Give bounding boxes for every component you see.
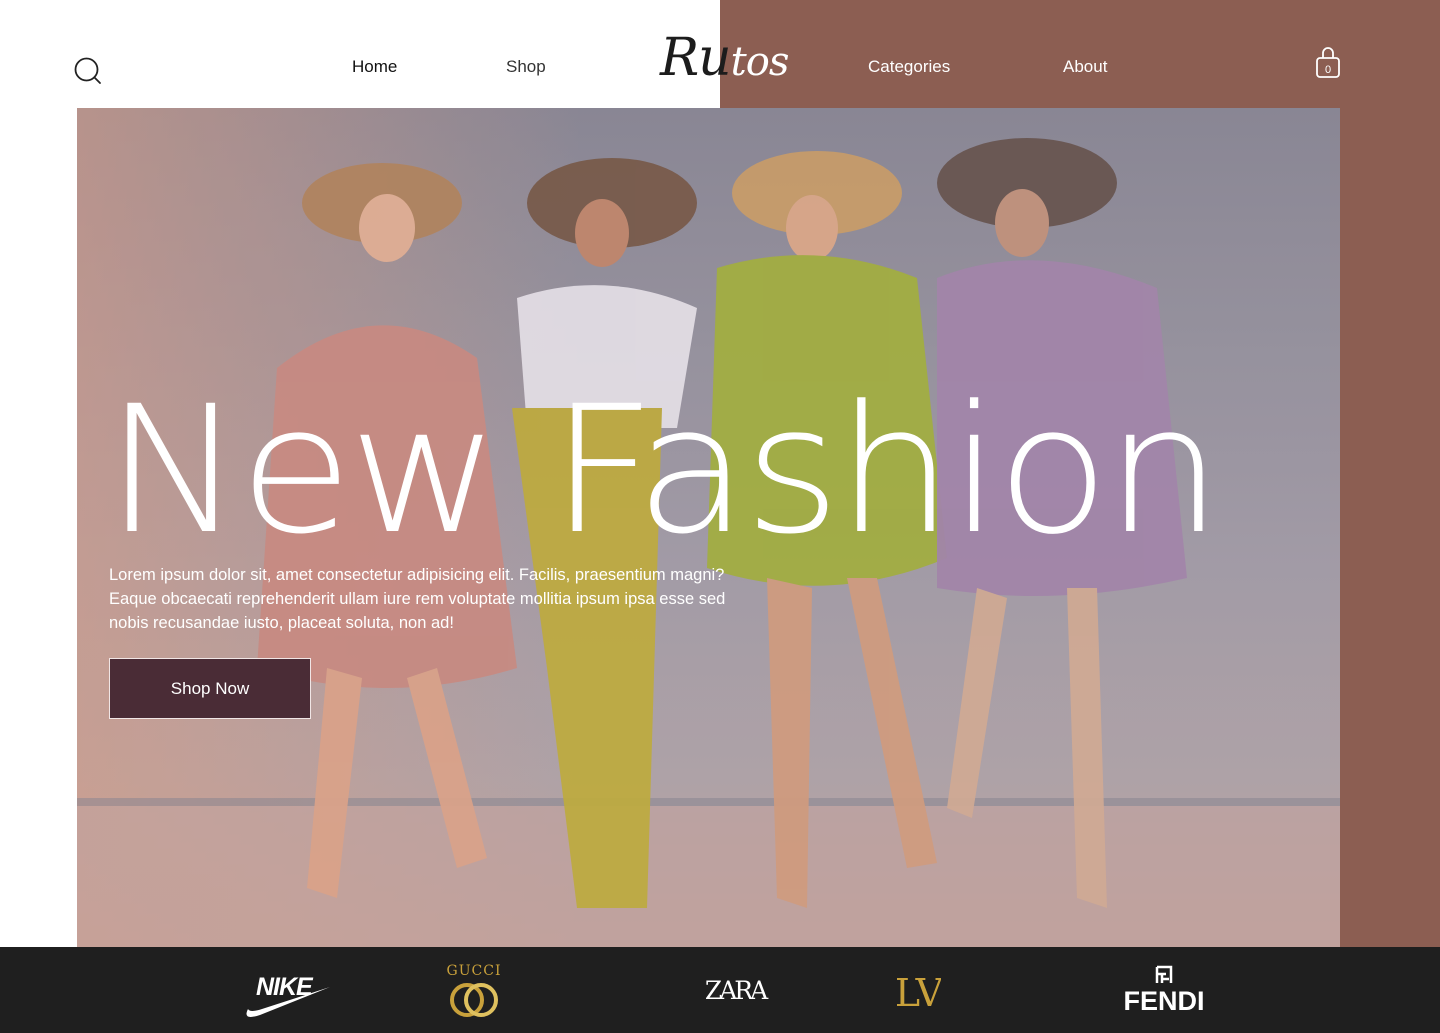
logo-text-light: tos	[730, 39, 790, 85]
gucci-wordmark: GUCCI	[446, 963, 502, 979]
cart-count: 0	[1325, 64, 1331, 76]
fendi-wordmark: FENDI	[1123, 986, 1205, 1016]
lv-monogram-icon: LV	[897, 971, 941, 1015]
hero-title: New Fashion	[105, 368, 1222, 573]
brand-fendi[interactable]: FENDI	[1118, 963, 1210, 1019]
brand-zara[interactable]: ZARA	[700, 973, 770, 1009]
nav-shop[interactable]: Shop	[506, 56, 546, 78]
logo-text-dark: Ru	[660, 28, 732, 88]
fendi-ff-icon	[1155, 965, 1173, 983]
brand-louis-vuitton[interactable]: LV	[894, 967, 944, 1017]
brand-gucci[interactable]: GUCCI	[442, 959, 506, 1025]
hero-banner: New Fashion Lorem ipsum dolor sit, amet …	[77, 108, 1340, 947]
hero-description: Lorem ipsum dolor sit, amet consectetur …	[109, 566, 726, 632]
gucci-gg-icon	[450, 983, 498, 1017]
search-icon[interactable]	[73, 56, 103, 86]
shopping-bag-icon[interactable]: 0	[1314, 46, 1342, 80]
brand-nike[interactable]: NIKE	[240, 965, 335, 1021]
nav-home[interactable]: Home	[352, 56, 397, 78]
lv-wordmark: LV	[897, 971, 941, 1015]
nike-swoosh-icon: NIKE	[246, 973, 330, 1017]
zara-wordmark: ZARA	[704, 976, 768, 1005]
logo[interactable]: Rutos	[660, 28, 790, 90]
shop-now-button[interactable]: Shop Now	[109, 658, 311, 719]
nav-about[interactable]: About	[1063, 56, 1107, 78]
nav-categories[interactable]: Categories	[868, 56, 950, 78]
brand-bar: NIKE GUCCI ZARA LV FENDI	[0, 947, 1440, 1033]
